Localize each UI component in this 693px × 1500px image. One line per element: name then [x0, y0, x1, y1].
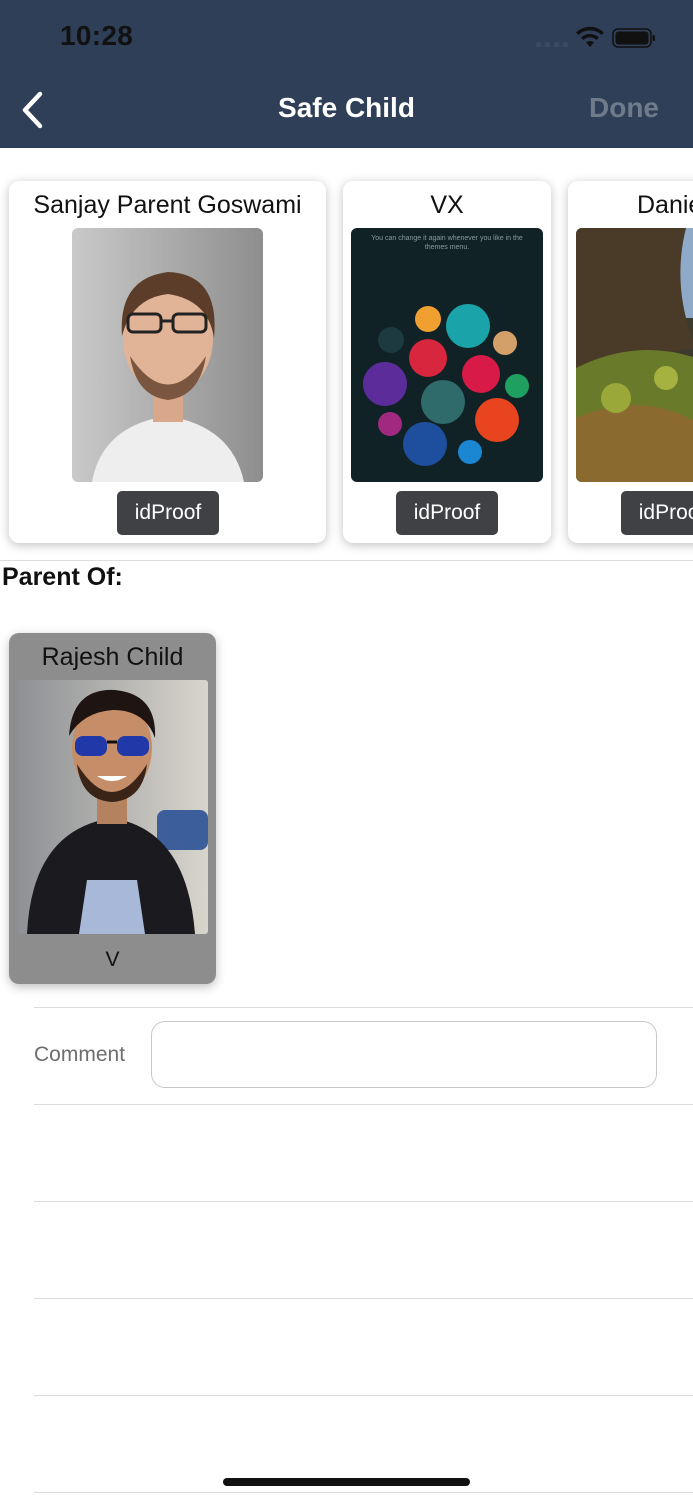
comment-input[interactable] [151, 1021, 657, 1088]
navigation-header: 10:28 Safe Child Done [0, 0, 693, 148]
parent-cards-carousel[interactable]: Sanjay Parent Goswami idProof VX You can… [0, 148, 693, 560]
id-proof-button[interactable]: idProof [621, 491, 693, 535]
card-name: Sanjay Parent Goswami [33, 191, 302, 219]
parent-card[interactable]: Daniel idProof [568, 181, 693, 543]
child-card[interactable]: Rajesh Child V [9, 633, 216, 984]
id-proof-button[interactable]: idProof [396, 491, 498, 535]
row-divider [34, 1201, 693, 1202]
child-photo [17, 680, 208, 934]
child-sub-label: V [105, 948, 120, 971]
done-button[interactable]: Done [589, 92, 659, 124]
id-proof-button[interactable]: idProof [117, 491, 219, 535]
home-indicator[interactable] [223, 1478, 470, 1486]
row-divider [34, 1007, 693, 1008]
parent-card[interactable]: Sanjay Parent Goswami idProof [9, 181, 326, 543]
row-divider [34, 1395, 693, 1396]
waterfall-photo [576, 228, 693, 482]
status-time: 10:28 [60, 20, 134, 51]
card-name: VX [430, 191, 464, 219]
cellular-signal-icon [536, 42, 568, 47]
row-divider [34, 1492, 693, 1493]
row-divider [34, 1298, 693, 1299]
wifi-icon [576, 26, 604, 47]
parent-photo [72, 228, 263, 482]
battery-icon [612, 28, 655, 48]
section-divider [0, 560, 693, 561]
row-divider [34, 1104, 693, 1105]
section-heading: Parent Of: [2, 563, 123, 591]
child-name: Rajesh Child [41, 643, 184, 671]
theme-preview-caption: You can change it again whenever you lik… [371, 235, 523, 251]
parent-card[interactable]: VX You can change it again whenever you … [343, 181, 551, 543]
comment-label: Comment [34, 1043, 126, 1066]
theme-preview-image: You can change it again whenever you lik… [351, 228, 543, 482]
card-name: Daniel [637, 191, 693, 219]
